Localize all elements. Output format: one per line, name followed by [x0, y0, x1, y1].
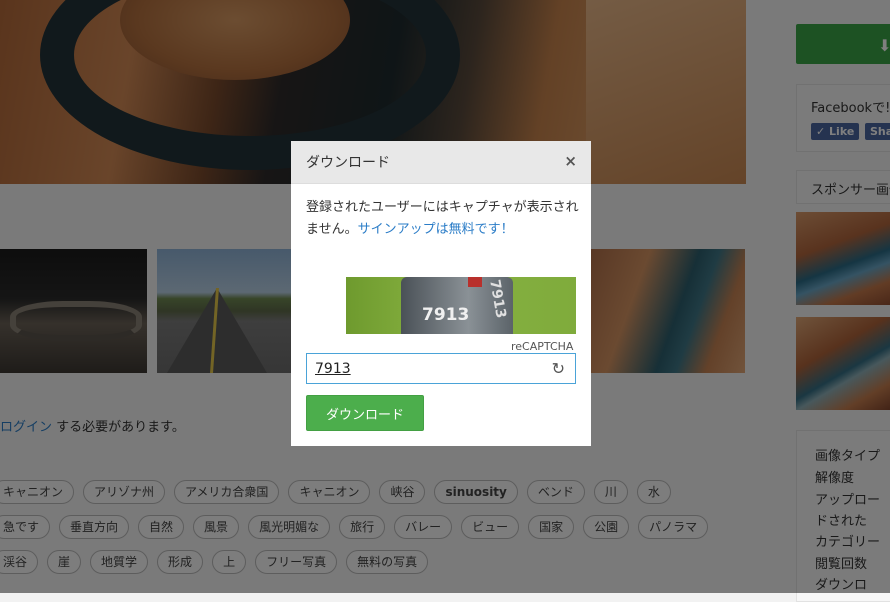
reload-icon[interactable]: ↻ — [552, 359, 565, 378]
recaptcha-label: reCAPTCHA — [511, 340, 574, 353]
download-button[interactable]: ダウンロード — [306, 395, 424, 431]
signup-link[interactable]: サインアップは無料です！ — [358, 222, 514, 237]
download-dialog: ダウンロード × 登録されたユーザーにはキャプチャが表示されません。サインアップ… — [291, 141, 591, 446]
captcha-image-number: 7913 — [422, 305, 470, 325]
dialog-message: 登録されたユーザーにはキャプチャが表示されません。サインアップは無料です！ — [306, 197, 581, 241]
captcha-image: 7913 7913 — [346, 277, 576, 334]
captcha-input[interactable] — [307, 354, 553, 383]
dialog-title: ダウンロード — [306, 155, 390, 171]
captcha-image-marker — [468, 277, 482, 287]
close-icon[interactable]: × — [564, 152, 577, 170]
captcha-field[interactable]: ↻ — [306, 353, 576, 384]
dialog-header: ダウンロード × — [291, 141, 591, 184]
